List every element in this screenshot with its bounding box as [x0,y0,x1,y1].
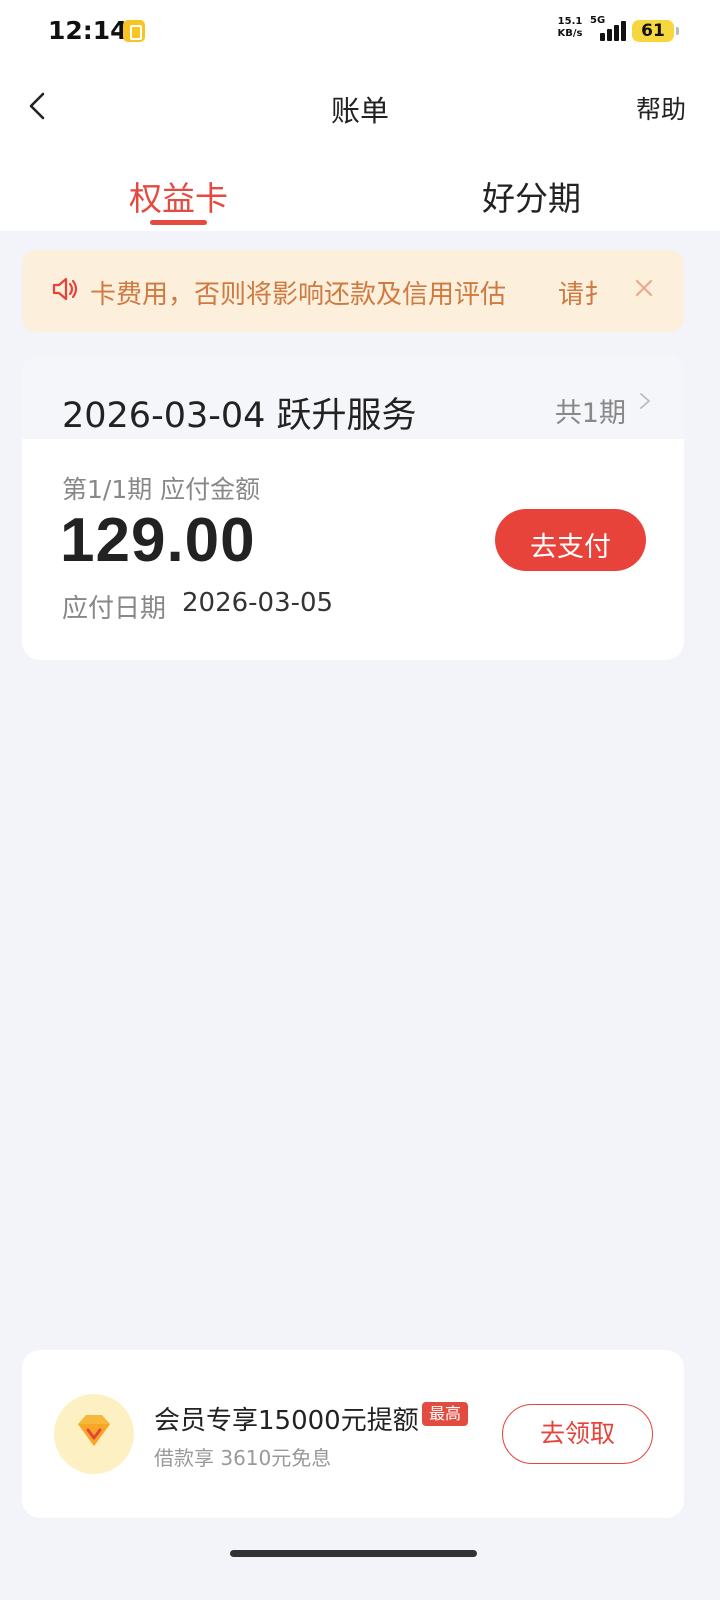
signal-bar [607,29,612,41]
bill-page: 12:14 15.1 KB/s 5G 61 账单 帮助 权益卡 好分期 卡费用，… [0,0,720,1600]
signal-bar [600,33,605,41]
notice-text: 卡费用，否则将影响还款及信用评估 请扌 [90,280,611,310]
active-tab-indicator [150,220,207,225]
diamond-graphic [78,1415,110,1446]
notice-banner: 卡费用，否则将影响还款及信用评估 请扌 [22,250,684,332]
claim-button[interactable]: 去领取 [502,1404,653,1464]
status-bar: 12:14 15.1 KB/s 5G 61 [0,0,720,64]
back-button[interactable] [22,86,62,126]
network-speed: 15.1 KB/s [556,16,584,40]
chevron-left-icon [29,92,45,120]
signal-icon: 5G [590,15,628,43]
promo-card: 会员专享15000元提额 最高 借款享 3610元免息 去领取 [22,1350,684,1518]
due-date-label: 应付日期 [62,594,167,624]
tab-rights-card[interactable]: 权益卡 [129,172,228,220]
speaker-icon [52,277,78,301]
battery-saver-icon [123,20,145,42]
signal-bar [621,21,626,41]
home-indicator[interactable] [230,1550,477,1557]
tab-installment[interactable]: 好分期 [482,172,581,220]
close-icon[interactable] [632,276,656,300]
help-link[interactable]: 帮助 [636,90,686,126]
bill-card: 2026-03-04 跃升服务 共1期 第1/1期 应付金额 129.00 应付… [22,355,684,660]
network-type: 5G [590,15,606,26]
promo-title: 会员专享15000元提额 [154,1406,419,1436]
bill-amount: 129.00 [60,506,256,575]
status-time: 12:14 [48,16,128,45]
bill-periods: 共1期 [554,398,626,429]
bill-card-header[interactable]: 2026-03-04 跃升服务 共1期 [22,355,684,439]
signal-bar [614,25,619,41]
diamond-icon [54,1394,134,1474]
due-date-value: 2026-03-05 [182,588,334,618]
network-speed-unit: KB/s [557,28,583,39]
pay-button[interactable]: 去支付 [495,509,646,571]
chevron-right-icon [640,393,650,409]
network-speed-value: 15.1 [557,16,583,27]
page-title: 账单 [330,94,389,128]
bill-amount-label: 第1/1期 应付金额 [62,475,261,504]
promo-subtitle: 借款享 3610元免息 [154,1446,332,1470]
battery-level: 61 [632,20,679,42]
promo-badge: 最高 [422,1402,469,1426]
bill-title: 2026-03-04 跃升服务 [62,396,417,436]
